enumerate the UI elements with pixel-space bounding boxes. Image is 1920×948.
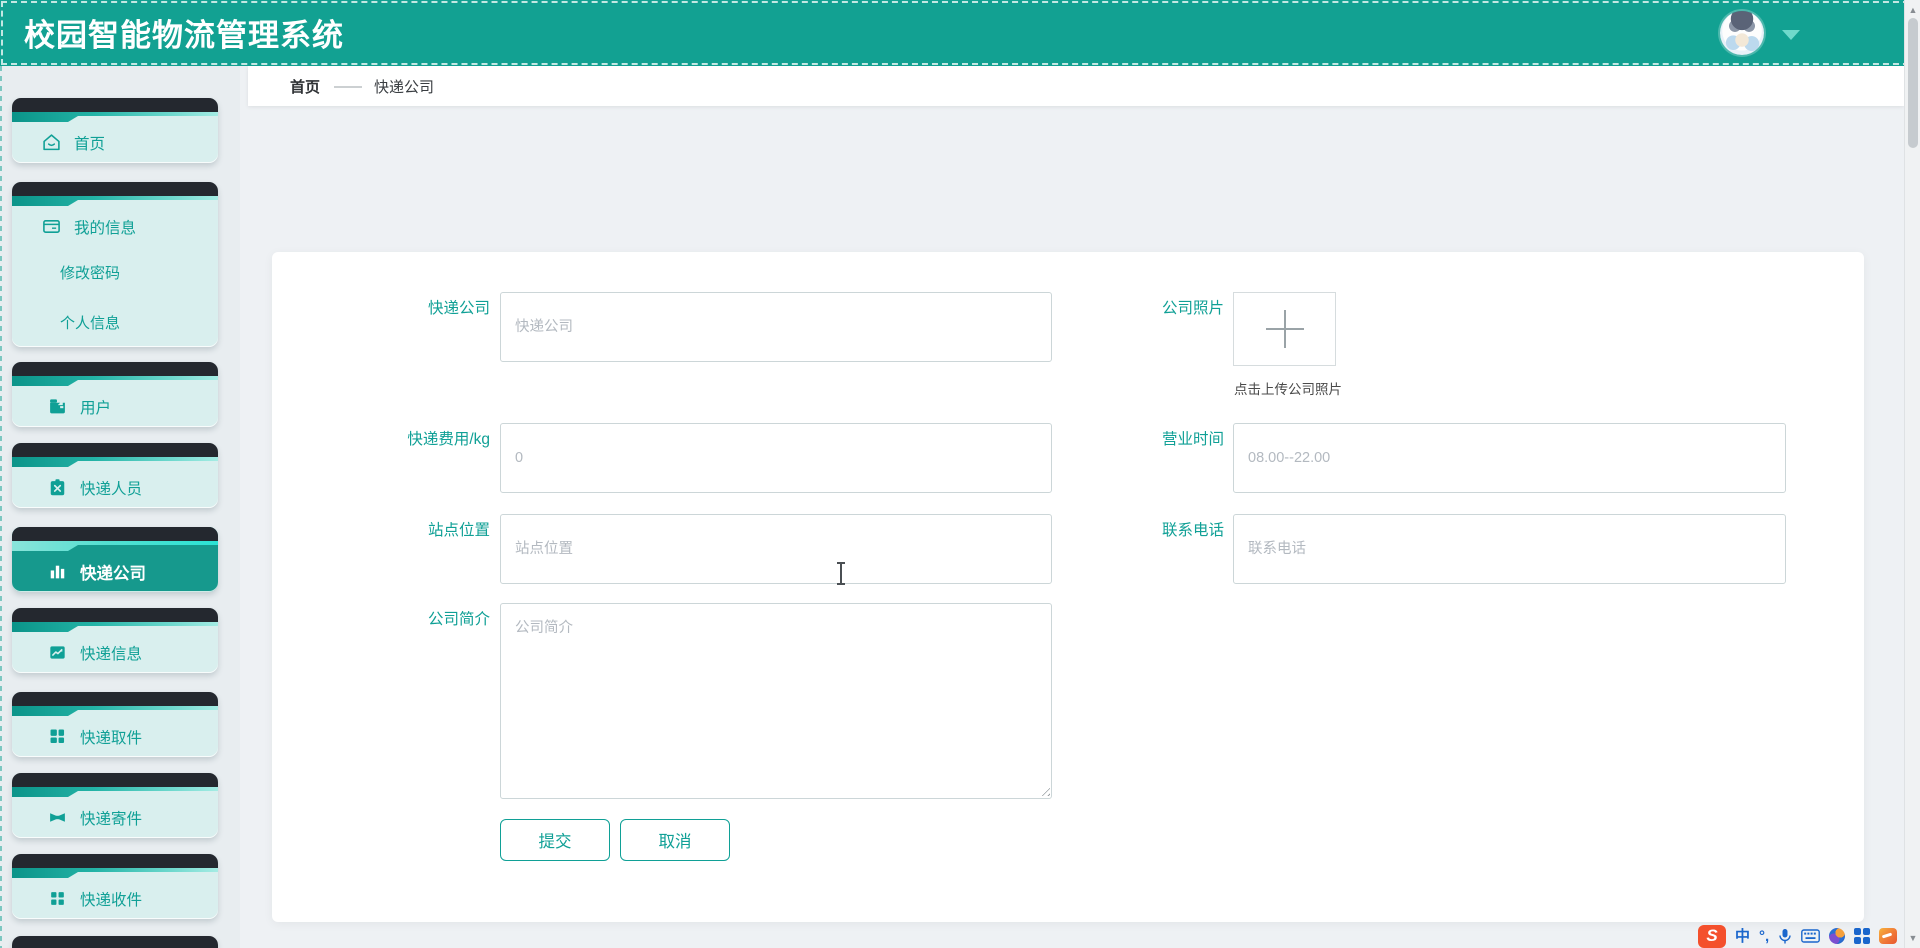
card-top-bar	[12, 692, 218, 706]
card-top-bar	[12, 527, 218, 541]
ime-taskbar: S 中 °,	[1698, 924, 1898, 948]
sidebar-item-label: 首页	[74, 135, 106, 153]
cancel-button[interactable]: 取消	[620, 819, 730, 861]
card-top-bar	[12, 443, 218, 457]
bar-chart-icon	[50, 565, 65, 579]
card-stripe	[12, 787, 218, 797]
text-cursor	[837, 562, 845, 585]
page: 校园智能物流管理系统 首页 —— 快递公司 首页 我的信息 修改密码 个人信息 …	[0, 0, 1920, 948]
sidebar-item-label: 我的信息	[74, 219, 137, 237]
toolbox-grid-icon[interactable]	[1854, 928, 1871, 944]
submit-button[interactable]: 提交	[500, 819, 610, 861]
grid-small-icon	[51, 892, 64, 905]
company-name-input[interactable]	[500, 292, 1052, 362]
company-name-label: 快递公司	[427, 300, 490, 317]
phone-label: 联系电话	[1161, 522, 1224, 539]
keyboard-icon[interactable]	[1801, 929, 1821, 943]
briefcase-icon	[50, 399, 65, 414]
card-top-bar	[12, 362, 218, 376]
microphone-icon[interactable]	[1778, 928, 1792, 945]
sidebar-nav: 首页 我的信息 修改密码 个人信息 用户 快递人员 快递公司 快递信息 快递取件…	[12, 98, 218, 948]
language-mode-icon[interactable]: 中	[1735, 929, 1750, 944]
business-hours-label: 营业时间	[1161, 431, 1224, 448]
card-stripe	[12, 868, 218, 878]
intro-label: 公司简介	[427, 611, 490, 628]
app-title: 校园智能物流管理系统	[24, 18, 344, 53]
sidebar-subitem-personal-info[interactable]: 个人信息	[12, 297, 218, 347]
company-form-card: 快递公司 公司照片 点击上传公司照片 快递费用/kg 营业时间 站点位置 联系电…	[272, 252, 1864, 922]
card-stripe	[12, 541, 218, 551]
card-stripe	[12, 622, 218, 632]
clipboard-x-icon	[50, 479, 65, 496]
breadcrumb-home-link[interactable]: 首页	[290, 76, 320, 97]
app-header: 校园智能物流管理系统	[0, 0, 1920, 66]
scroll-up-arrow-icon[interactable]: ▲	[1905, 2, 1920, 18]
user-avatar[interactable]	[1720, 11, 1764, 55]
plus-icon	[1265, 310, 1304, 348]
sidebar-item-label: 快递人员	[80, 480, 143, 498]
breadcrumb-separator: ——	[334, 77, 362, 95]
trend-chart-icon	[50, 646, 65, 659]
sidebar-item-my-info[interactable]: 我的信息 修改密码 个人信息	[12, 182, 218, 347]
intro-textarea[interactable]	[500, 603, 1052, 799]
scrollbar-thumb[interactable]	[1908, 18, 1918, 148]
card-stripe	[12, 112, 218, 122]
emoji-panel-icon[interactable]	[1879, 928, 1898, 944]
sidebar-item-courier-staff[interactable]: 快递人员	[12, 443, 218, 508]
card-top-bar	[12, 182, 218, 196]
skin-theme-icon[interactable]	[1829, 928, 1846, 944]
sogou-logo-icon[interactable]: S	[1698, 924, 1726, 948]
company-photo-label: 公司照片	[1161, 300, 1224, 317]
photo-upload-hint: 点击上传公司照片	[1234, 382, 1342, 397]
vertical-scrollbar[interactable]: ▲ ▼	[1904, 0, 1920, 948]
id-card-icon	[43, 220, 60, 233]
sidebar-item-courier-receive[interactable]: 快递收件	[12, 854, 218, 919]
punctuation-mode-icon[interactable]: °,	[1759, 929, 1769, 944]
card-stripe	[12, 376, 218, 386]
sidebar-item-label: 快递收件	[80, 891, 143, 909]
scroll-down-arrow-icon[interactable]: ▼	[1905, 930, 1920, 946]
sidebar-item-courier-pickup[interactable]: 快递取件	[12, 692, 218, 757]
sidebar-item-users[interactable]: 用户	[12, 362, 218, 427]
sidebar-item-partial[interactable]	[12, 936, 218, 948]
chevron-down-icon[interactable]	[1782, 30, 1800, 40]
card-stripe	[12, 706, 218, 716]
breadcrumb-current: 快递公司	[374, 78, 435, 96]
card-stripe	[12, 196, 218, 206]
breadcrumb: 首页 —— 快递公司	[290, 76, 434, 97]
sidebar-item-courier-company[interactable]: 快递公司	[12, 527, 218, 592]
phone-input[interactable]	[1233, 514, 1786, 584]
grid-icon	[50, 729, 65, 744]
card-top-bar	[12, 98, 218, 112]
location-input[interactable]	[500, 514, 1052, 584]
sidebar-item-label: 快递信息	[80, 645, 143, 663]
sidebar-item-label: 快递取件	[80, 729, 143, 747]
sidebar-subitem-change-password[interactable]: 修改密码	[12, 247, 218, 297]
sidebar-item-label: 用户	[80, 399, 112, 417]
location-label: 站点位置	[427, 522, 490, 539]
sidebar-item-label: 快递寄件	[80, 810, 143, 828]
fee-label: 快递费用/kg	[407, 431, 490, 448]
home-icon	[43, 134, 60, 151]
capture-border-artifact	[0, 66, 2, 948]
sidebar-item-home[interactable]: 首页	[12, 98, 218, 163]
sidebar-item-label: 快递公司	[80, 564, 146, 583]
card-top-bar	[12, 854, 218, 868]
sidebar-item-courier-info[interactable]: 快递信息	[12, 608, 218, 673]
card-top-bar	[12, 608, 218, 622]
business-hours-input[interactable]	[1233, 423, 1786, 493]
bowtie-icon	[50, 813, 65, 822]
fee-input[interactable]	[500, 423, 1052, 493]
sidebar-item-courier-send[interactable]: 快递寄件	[12, 773, 218, 838]
breadcrumb-bar: 首页 —— 快递公司	[248, 66, 1904, 106]
photo-upload-box[interactable]	[1233, 292, 1336, 366]
card-top-bar	[12, 773, 218, 787]
card-stripe	[12, 457, 218, 467]
